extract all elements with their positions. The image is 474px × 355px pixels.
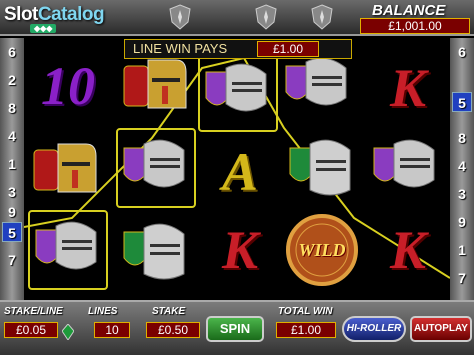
spin-button[interactable]: SPIN: [206, 316, 264, 342]
green-shield-helmet-icon: [289, 139, 351, 196]
balance-label: BALANCE: [372, 2, 446, 19]
top-bar: SlotCatalog ◆◆◆ BALANCE £1,001.00: [0, 0, 474, 36]
reel-symbol-king: K: [368, 48, 448, 128]
reel-symbol-wild: WILD: [282, 210, 362, 290]
reel-symbol-purple-knight: [368, 130, 448, 210]
ten-symbol: 10: [41, 56, 95, 116]
purple-shield-helmet-icon: [35, 221, 97, 270]
king-symbol: K: [389, 220, 427, 280]
reel-symbol-purple-knight: [116, 128, 196, 208]
line-indicator[interactable]: 3: [2, 182, 22, 202]
ace-symbol: A: [221, 142, 259, 202]
line-indicator[interactable]: 9: [2, 202, 22, 222]
total-win-label: TOTAL WIN: [278, 306, 333, 317]
total-win-value: £1.00: [276, 322, 336, 338]
reel-symbol-green-knight: [118, 214, 198, 294]
reel-symbol-king: K: [368, 210, 448, 290]
line-indicator[interactable]: 6: [2, 42, 22, 62]
line-indicator[interactable]: 8: [2, 98, 22, 118]
crest-icon: [255, 4, 277, 30]
watermark-part2: Catalog: [37, 4, 105, 25]
left-line-indicators: 6 2 8 4 1 3 9 5 7: [0, 38, 24, 300]
line-indicator[interactable]: 9: [452, 212, 472, 232]
reel-symbol-green-knight: [284, 130, 364, 210]
lines-value[interactable]: 10: [94, 322, 130, 338]
line-indicator[interactable]: 2: [2, 70, 22, 90]
logo-badge: ◆◆◆: [30, 24, 57, 33]
purple-shield-helmet-icon: [373, 139, 435, 188]
line-indicator[interactable]: 8: [452, 128, 472, 148]
reel-symbol-red-knight: [28, 130, 108, 210]
line-win-banner: LINE WIN PAYS £1.00: [124, 39, 352, 59]
watermark-logo: SlotCatalog: [4, 4, 105, 26]
stake-adjust-icon[interactable]: [62, 324, 74, 340]
wild-label: WILD: [298, 240, 346, 260]
red-knight-helmet-icon: [33, 143, 97, 193]
reel-symbol-ace: A: [200, 132, 280, 212]
control-panel: STAKE/LINE £0.05 LINES 10 STAKE £0.50 SP…: [0, 300, 474, 355]
stake-line-value[interactable]: £0.05: [4, 322, 58, 338]
reel-symbol-purple-knight: [28, 210, 108, 290]
balance-value: £1,001.00: [360, 18, 470, 34]
king-symbol: K: [221, 220, 259, 280]
right-line-indicators: 6 5 8 4 3 9 1 7: [450, 38, 474, 300]
reels-area: 10 A K WILD K K: [24, 38, 450, 300]
autoplay-button[interactable]: AUTOPLAY: [410, 316, 472, 342]
hi-roller-button[interactable]: HI-ROLLER: [342, 316, 406, 342]
line-win-label: LINE WIN PAYS: [133, 41, 228, 56]
reel-symbol-ten: 10: [28, 46, 108, 126]
purple-shield-helmet-icon: [123, 139, 185, 188]
stake-line-label: STAKE/LINE: [4, 306, 63, 317]
line-indicator[interactable]: 6: [452, 42, 472, 62]
line-indicator[interactable]: 7: [2, 250, 22, 270]
crest-icon: [311, 4, 333, 30]
king-symbol: K: [389, 58, 427, 118]
line-indicator[interactable]: 1: [452, 240, 472, 260]
crest-icon: [169, 4, 191, 30]
line-indicator-active[interactable]: 5: [2, 222, 22, 242]
watermark-part1: Slot: [4, 4, 38, 25]
purple-shield-helmet-icon: [285, 57, 347, 106]
green-shield-helmet-icon: [123, 223, 185, 280]
reel-symbol-purple-knight: [198, 52, 278, 132]
lines-label: LINES: [88, 306, 118, 317]
stake-value: £0.50: [146, 322, 200, 338]
line-indicator[interactable]: 7: [452, 268, 472, 288]
line-indicator[interactable]: 3: [452, 184, 472, 204]
line-indicator[interactable]: 4: [2, 126, 22, 146]
stake-label: STAKE: [152, 306, 186, 317]
line-indicator[interactable]: 1: [2, 154, 22, 174]
purple-shield-helmet-icon: [205, 63, 267, 112]
line-indicator-active[interactable]: 5: [452, 92, 472, 112]
line-win-amount: £1.00: [257, 41, 319, 57]
line-indicator[interactable]: 4: [452, 156, 472, 176]
reel-symbol-purple-knight: [280, 48, 360, 128]
reel-symbol-king: K: [200, 210, 280, 290]
